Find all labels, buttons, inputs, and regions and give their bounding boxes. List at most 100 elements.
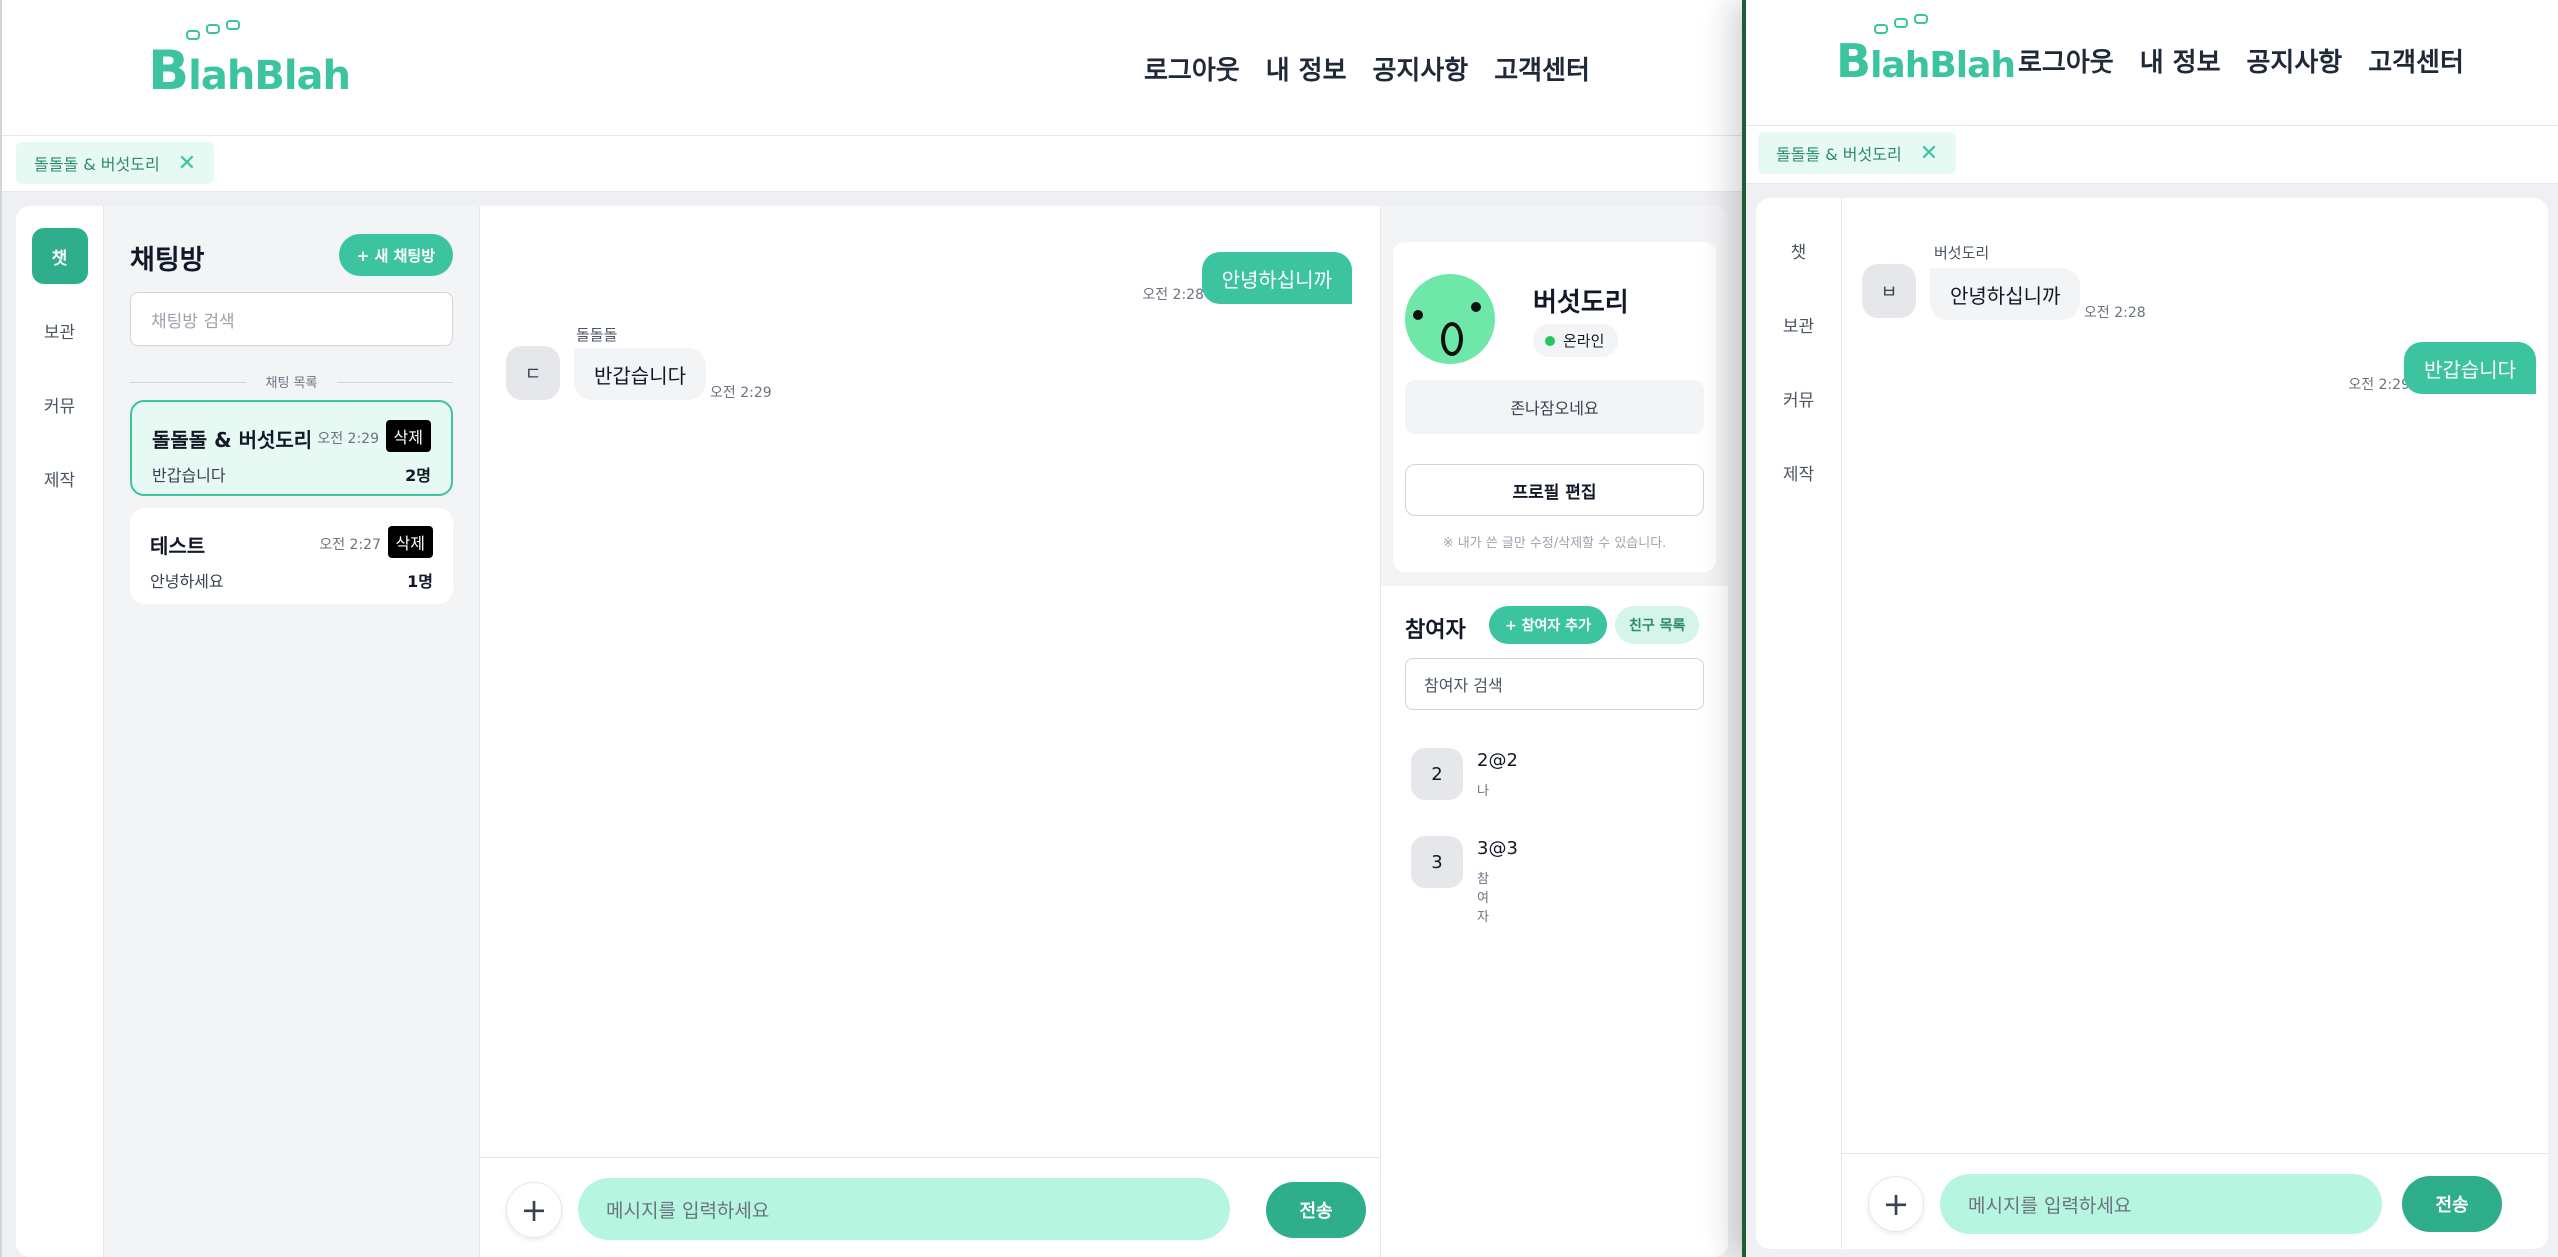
send-button[interactable]: 전송 (1266, 1182, 1366, 1238)
avatar: ㅂ (1862, 264, 1916, 318)
message-time: 오전 2:29 (2348, 377, 2410, 393)
room-member-count: 2명 (405, 466, 431, 485)
header: BlahBlah 로그아웃 내 정보 공지사항 고객센터 (1746, 0, 2558, 126)
other-message-bubble: 반갑습니다 (574, 348, 706, 400)
top-nav: 로그아웃 내 정보 공지사항 고객센터 (2018, 42, 2464, 79)
avatar: 3 (1411, 836, 1463, 888)
workspace: 챗 보관 커뮤 제작 버섯도리 ㅂ 안녕하십니까 오전 2:28 오전 2:29… (1746, 184, 2558, 1257)
logo-letter: B (1836, 34, 1871, 88)
logo[interactable]: BlahBlah (1836, 14, 2016, 86)
logo-text: BlahBlah (148, 20, 351, 99)
chat-area: 버섯도리 ㅂ 안녕하십니까 오전 2:28 오전 2:29 반갑습니다 + 메시… (1842, 198, 2548, 1249)
app-panel: 챗 보관 커뮤 제작 버섯도리 ㅂ 안녕하십니까 오전 2:28 오전 2:29… (1756, 198, 2548, 1249)
rail-community[interactable]: 커뮤 (32, 376, 88, 432)
edit-profile-button[interactable]: 프로필 편집 (1405, 464, 1704, 516)
room-member-count: 1명 (407, 572, 433, 591)
right-window: BlahBlah 로그아웃 내 정보 공지사항 고객센터 돌돌돌 & 버섯도리 … (1742, 0, 2558, 1257)
room-name: 테스트 (150, 534, 206, 558)
tab-bar: 돌돌돌 & 버섯도리 ✕ (2, 136, 1742, 192)
participant-role: 참여자 (1477, 872, 1489, 925)
my-message-bubble: 반갑습니다 (2404, 342, 2536, 394)
rail-archive[interactable]: 보관 (1771, 296, 1827, 352)
delete-room-button[interactable]: 삭제 (385, 420, 431, 452)
eye-icon (1411, 308, 1425, 322)
message-input[interactable]: 메시지를 입력하세요 (1940, 1174, 2382, 1234)
participant-role: 나 (1477, 784, 1489, 799)
chat-area: 오전 2:28 안녕하십니까 ㄷ 돌돌돌 반갑습니다 오전 2:29 + 메시지… (480, 206, 1380, 1257)
attach-plus-button[interactable]: + (1868, 1176, 1924, 1232)
new-room-button[interactable]: + 새 채팅방 (338, 234, 453, 276)
rail-archive[interactable]: 보관 (32, 302, 88, 358)
room-name: 돌돌돌 & 버섯도리 (152, 428, 313, 452)
participants-title: 참여자 (1405, 618, 1466, 643)
profile-card: 버섯도리 온라인 존나잠오네요 프로필 편집 ※ 내가 쓴 글만 수정/삭제할 … (1393, 242, 1716, 572)
nav-my-info[interactable]: 내 정보 (1266, 50, 1347, 87)
nav-notice[interactable]: 공지사항 (1373, 50, 1469, 87)
rail-create[interactable]: 제작 (1771, 444, 1827, 500)
add-participant-button[interactable]: + 참여자 추가 (1489, 606, 1607, 644)
rail-chat[interactable]: 챗 (1771, 222, 1827, 278)
tab-chatroom[interactable]: 돌돌돌 & 버섯도리 ✕ (16, 142, 215, 184)
rail-community[interactable]: 커뮤 (1771, 370, 1827, 426)
message-sender: 돌돌돌 (576, 326, 618, 344)
message-input[interactable]: 메시지를 입력하세요 (578, 1178, 1230, 1240)
avatar: 2 (1411, 748, 1463, 800)
logo-letter: B (148, 39, 189, 102)
my-message-bubble: 안녕하십니까 (1201, 252, 1352, 304)
tab-chatroom[interactable]: 돌돌돌 & 버섯도리 ✕ (1758, 132, 1957, 174)
header: BlahBlah 로그아웃 내 정보 공지사항 고객센터 (2, 0, 1742, 136)
logo[interactable]: BlahBlah (148, 20, 351, 99)
room-list-panel: 채팅방 + 새 채팅방 채팅방 검색 채팅 목록 돌돌돌 & 버섯도리 오전 2… (104, 206, 480, 1257)
nav-my-info[interactable]: 내 정보 (2140, 42, 2221, 79)
friend-list-button[interactable]: 친구 목록 (1615, 606, 1700, 644)
delete-room-button[interactable]: 삭제 (387, 526, 433, 558)
logo-bubbles-icon (186, 20, 240, 40)
participant-search-input[interactable]: 참여자 검색 (1405, 658, 1704, 710)
nav-logout[interactable]: 로그아웃 (1144, 50, 1240, 87)
room-last-message: 반갑습니다 (152, 466, 226, 485)
status-badge: 온라인 (1533, 324, 1619, 357)
profile-avatar (1405, 274, 1495, 364)
close-icon[interactable]: ✕ (178, 151, 196, 176)
rail-chat[interactable]: 챗 (31, 228, 88, 284)
nav-support[interactable]: 고객센터 (2368, 42, 2464, 79)
top-nav: 로그아웃 내 정보 공지사항 고객센터 (1144, 50, 1590, 87)
mouth-icon (1441, 322, 1463, 356)
logo-word: lahBlah (188, 53, 351, 99)
logo-text: BlahBlah (1836, 14, 2016, 86)
message-time: 오전 2:29 (710, 385, 772, 401)
logo-word: lahBlah (1870, 45, 2016, 86)
other-message-bubble: 안녕하십니까 (1930, 268, 2081, 320)
room-item[interactable]: 테스트 오전 2:27 삭제 안녕하세요 1명 (130, 508, 453, 604)
side-rail: 챗 보관 커뮤 제작 (16, 206, 104, 1257)
message-time: 오전 2:28 (1142, 287, 1204, 303)
room-time: 오전 2:27 (319, 537, 381, 553)
close-icon[interactable]: ✕ (1920, 141, 1938, 166)
message-time: 오전 2:28 (2084, 305, 2146, 321)
room-search-input[interactable]: 채팅방 검색 (130, 292, 453, 346)
left-window: BlahBlah 로그아웃 내 정보 공지사항 고객센터 돌돌돌 & 버섯도리 … (0, 0, 1742, 1257)
edit-note: ※ 내가 쓴 글만 수정/삭제할 수 있습니다. (1442, 536, 1667, 551)
participant-name: 2@2 (1477, 750, 1518, 771)
profile-status-message: 존나잠오네요 (1405, 380, 1704, 434)
app-panel: 챗 보관 커뮤 제작 채팅방 + 새 채팅방 채팅방 검색 채팅 목록 돌돌돌 … (16, 206, 1728, 1257)
participant-name: 3@3 (1477, 838, 1518, 859)
nav-support[interactable]: 고객센터 (1494, 50, 1590, 87)
message-sender: 버섯도리 (1934, 244, 1990, 262)
send-button[interactable]: 전송 (2402, 1176, 2502, 1232)
attach-plus-button[interactable]: + (506, 1182, 562, 1238)
nav-logout[interactable]: 로그아웃 (2018, 42, 2114, 79)
participants-section: 참여자 + 참여자 추가 친구 목록 참여자 검색 2 2@2 나 3 3@3 … (1381, 586, 1728, 1257)
side-rail: 챗 보관 커뮤 제작 (1756, 198, 1842, 1249)
message-composer: + 메시지를 입력하세요 전송 (480, 1157, 1380, 1257)
room-time: 오전 2:29 (317, 431, 379, 447)
room-list-title: 채팅방 (130, 245, 205, 276)
tab-bar: 돌돌돌 & 버섯도리 ✕ (1746, 126, 2558, 184)
profile-name: 버섯도리 (1533, 288, 1629, 318)
workspace: 챗 보관 커뮤 제작 채팅방 + 새 채팅방 채팅방 검색 채팅 목록 돌돌돌 … (2, 192, 1742, 1257)
nav-notice[interactable]: 공지사항 (2247, 42, 2343, 79)
room-item[interactable]: 돌돌돌 & 버섯도리 오전 2:29 삭제 반갑습니다 2명 (130, 400, 453, 496)
rail-create[interactable]: 제작 (32, 450, 88, 506)
room-last-message: 안녕하세요 (150, 572, 224, 591)
tab-label: 돌돌돌 & 버섯도리 (34, 155, 160, 174)
